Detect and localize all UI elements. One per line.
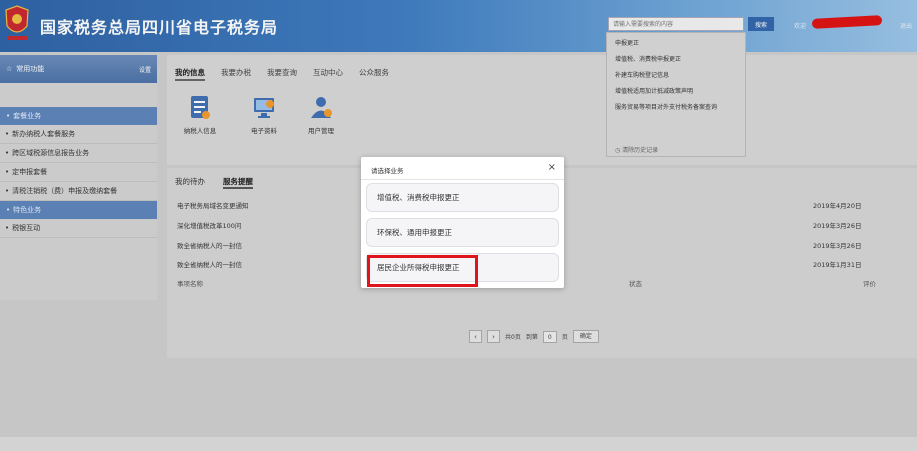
option-env-general-correction[interactable]: 环保税、通用申报更正 — [366, 218, 559, 247]
option-vat-consumption-correction[interactable]: 增值税、消费税申报更正 — [366, 183, 559, 212]
dialog-divider — [361, 179, 564, 180]
close-icon[interactable]: × — [548, 162, 556, 173]
highlight-box — [367, 255, 478, 287]
dialog-title: 请选择业务 — [371, 167, 404, 175]
